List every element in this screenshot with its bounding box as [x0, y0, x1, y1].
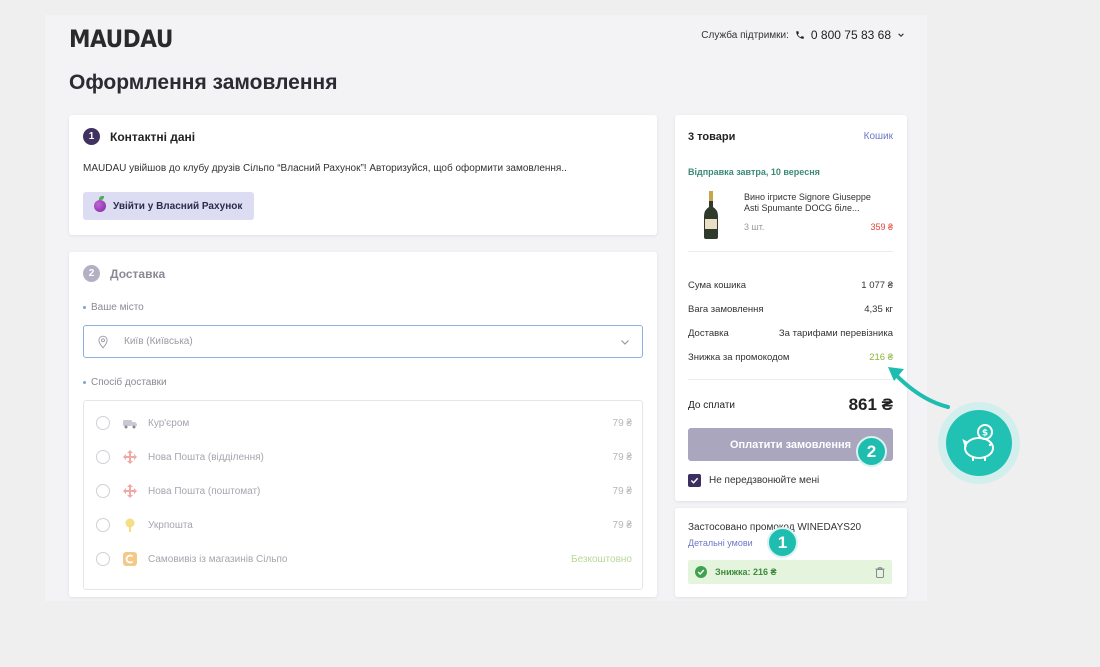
delivery-option-price: 79 ₴ — [612, 417, 632, 429]
radio-button[interactable] — [96, 484, 110, 498]
delivery-option-name: Самовивіз із магазинів Сільпо — [148, 553, 288, 565]
support-contact[interactable]: Служба підтримки: 0 800 75 83 68 — [701, 28, 905, 42]
pointer-arrow-icon — [888, 367, 950, 409]
location-pin-icon — [98, 335, 108, 349]
delivery-option-courier[interactable]: Кур'єром 79 ₴ — [84, 406, 644, 440]
row-label: Сума кошика — [688, 280, 747, 291]
delivery-method-label: Спосіб доставки — [83, 377, 167, 388]
support-phone[interactable]: 0 800 75 83 68 — [811, 28, 891, 42]
city-value: Київ (Київська) — [124, 336, 193, 347]
delivery-option-price: Безкоштовно — [571, 553, 632, 565]
delivery-option-name: Нова Пошта (відділення) — [148, 451, 264, 463]
svg-text:$: $ — [982, 429, 988, 439]
delivery-option-name: Укрпошта — [148, 519, 193, 531]
phone-icon — [796, 31, 804, 39]
nova-poshta-icon — [122, 484, 138, 498]
step-number: 2 — [83, 265, 100, 282]
summary-row-delivery: Доставка За тарифами перевізника — [688, 328, 893, 339]
chevron-down-icon — [621, 339, 629, 345]
summary-row-weight: Вага замовлення 4,35 кг — [688, 304, 893, 315]
row-value: 4,35 кг — [864, 304, 893, 315]
delivery-section: 2 Доставка Ваше місто Київ (Київська) Сп… — [69, 252, 657, 597]
cart-link[interactable]: Кошик — [864, 131, 893, 143]
promo-discount-badge: Знижка: 216 ₴ — [688, 560, 892, 584]
divider — [688, 251, 893, 252]
piggy-bank-badge: $ — [938, 402, 1020, 484]
delivery-option-ukrposhta[interactable]: Укрпошта 79 ₴ — [84, 508, 644, 542]
annotation-marker-2: 2 — [856, 436, 887, 467]
delivery-option-nova-poshta-locker[interactable]: Нова Пошта (поштомат) 79 ₴ — [84, 474, 644, 508]
summary-header: 3 товари Кошик — [688, 131, 893, 143]
ukrposhta-icon — [122, 518, 138, 532]
delivery-option-price: 79 ₴ — [612, 519, 632, 531]
product-price: 359 ₴ — [870, 222, 893, 232]
delivery-method-list: Кур'єром 79 ₴ Нова Пошта (відділення) 79… — [83, 400, 643, 590]
promo-discount-text: Знижка: 216 ₴ — [715, 567, 777, 577]
radio-button[interactable] — [96, 450, 110, 464]
checkbox-checked[interactable] — [688, 474, 701, 487]
summary-row-cart-sum: Сума кошика 1 077 ₴ — [688, 280, 893, 291]
contact-title: Контактні дані — [110, 129, 196, 144]
delivery-header: 2 Доставка — [83, 265, 165, 282]
checkout-page: MAUDAU Служба підтримки: 0 800 75 83 68 … — [45, 15, 927, 601]
page-title: Оформлення замовлення — [69, 71, 338, 94]
courier-icon — [122, 416, 138, 430]
summary-row-promo-discount: Знижка за промокодом 216 ₴ — [688, 352, 893, 363]
login-button-label: Увійти у Власний Рахунок — [113, 200, 243, 212]
product-item[interactable]: Вино ігристе Signore Giuseppe Asti Spuma… — [688, 189, 893, 239]
product-name[interactable]: Вино ігристе Signore Giuseppe Asti Spuma… — [744, 192, 884, 214]
bullet-dot — [83, 381, 86, 384]
city-label: Ваше місто — [83, 302, 144, 313]
chevron-down-icon[interactable] — [897, 31, 905, 39]
radio-button[interactable] — [96, 518, 110, 532]
city-select[interactable]: Київ (Київська) — [83, 325, 643, 358]
silpo-icon — [122, 552, 138, 566]
checkmark-icon — [690, 477, 699, 484]
product-quantity: 3 шт. — [744, 222, 765, 232]
step-number: 1 — [83, 128, 100, 145]
contact-section: 1 Контактні дані MAUDAU увійшов до клубу… — [69, 115, 657, 235]
bullet-dot — [83, 306, 86, 309]
support-label: Служба підтримки: — [701, 29, 789, 41]
delivery-option-nova-poshta-branch[interactable]: Нова Пошта (відділення) 79 ₴ — [84, 440, 644, 474]
check-circle-icon — [695, 566, 707, 578]
wine-bottle-image — [704, 191, 718, 239]
row-label: Доставка — [688, 328, 729, 339]
row-value: За тарифами перевізника — [778, 328, 893, 339]
delivery-option-price: 79 ₴ — [612, 485, 632, 497]
promo-details-link[interactable]: Детальні умови — [688, 538, 753, 548]
delivery-option-price: 79 ₴ — [612, 451, 632, 463]
grape-icon — [94, 196, 106, 212]
row-label: Вага замовлення — [688, 304, 764, 315]
row-label: Знижка за промокодом — [688, 352, 790, 363]
login-button[interactable]: Увійти у Власний Рахунок — [83, 192, 254, 220]
contact-header: 1 Контактні дані — [83, 128, 195, 145]
delivery-title: Доставка — [110, 266, 166, 281]
total-row: До сплати 861 ₴ — [688, 395, 893, 415]
maudau-logo[interactable]: MAUDAU — [69, 25, 173, 53]
delivery-option-silpo-pickup[interactable]: Самовивіз із магазинів Сільпо Безкоштовн… — [84, 542, 644, 576]
row-value: 1 077 ₴ — [861, 280, 893, 291]
shipping-date: Відправка завтра, 10 вересня — [688, 167, 820, 177]
no-call-option[interactable]: Не передзвонюйте мені — [688, 474, 819, 487]
radio-button[interactable] — [96, 416, 110, 430]
items-count: 3 товари — [688, 131, 736, 143]
no-call-label: Не передзвонюйте мені — [709, 475, 820, 486]
total-label: До сплати — [688, 399, 735, 411]
delivery-option-name: Кур'єром — [148, 417, 190, 429]
contact-info-text: MAUDAU увійшов до клубу друзів Сільпо “В… — [83, 163, 567, 174]
piggy-bank-icon: $ — [946, 410, 1012, 476]
delivery-option-name: Нова Пошта (поштомат) — [148, 485, 261, 497]
annotation-marker-1: 1 — [767, 527, 798, 558]
delivery-method-label-text: Спосіб доставки — [91, 377, 167, 388]
nova-poshta-icon — [122, 450, 138, 464]
radio-button[interactable] — [96, 552, 110, 566]
divider — [688, 379, 893, 380]
trash-icon[interactable] — [875, 566, 885, 578]
city-label-text: Ваше місто — [91, 302, 144, 313]
